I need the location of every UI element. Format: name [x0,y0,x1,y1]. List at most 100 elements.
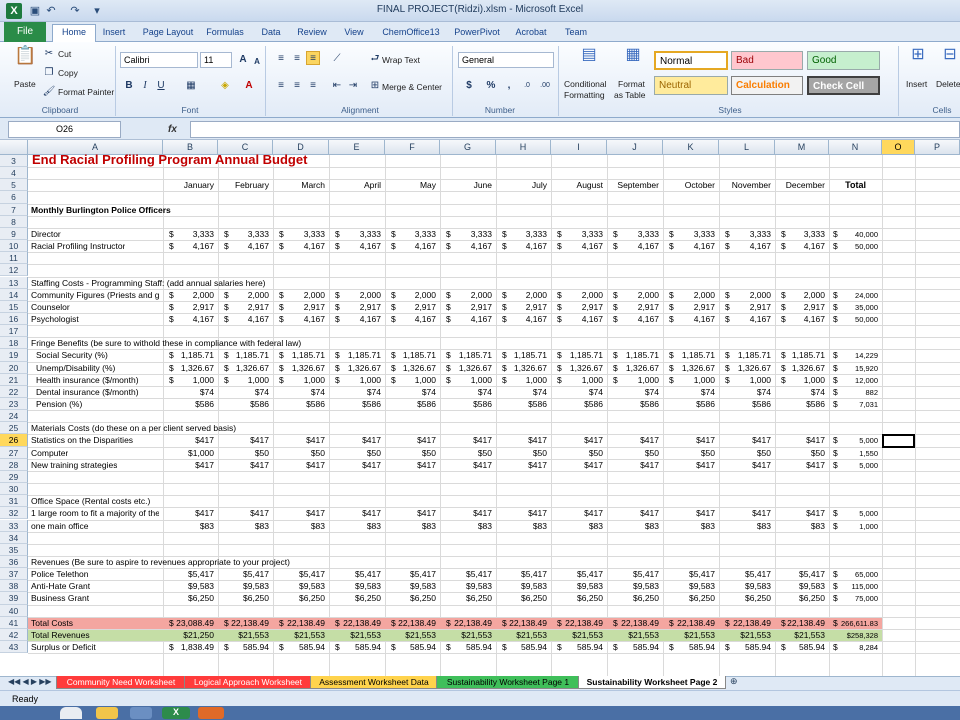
align-middle-icon[interactable]: ≡ [290,52,304,66]
tab-acrobat[interactable]: Acrobat [512,25,550,42]
cell-value[interactable]: 4,167 [607,314,659,324]
tab-review[interactable]: Review [294,25,330,42]
cell-value[interactable]: $417 [551,460,603,470]
cell-value[interactable]: 22,138.49 [440,618,492,628]
cell-value[interactable]: 2,917 [329,302,381,312]
cell-value[interactable]: 1,185.71 [607,350,659,360]
cell-value[interactable]: $5,417 [775,569,825,579]
cell-value[interactable]: 1,185.71 [440,350,492,360]
row-header-32[interactable]: 32 [0,507,28,520]
row-header-37[interactable]: 37 [0,568,28,581]
row-header-9[interactable]: 9 [0,227,28,241]
cell-value[interactable]: $21,553 [218,630,269,640]
taskbar-folder-icon[interactable] [96,707,118,719]
align-bottom-icon[interactable]: ≡ [306,51,320,65]
cell-value[interactable]: 585.94 [551,642,603,652]
cell-value[interactable]: 2,917 [218,302,269,312]
cell-value[interactable]: $9,583 [440,581,492,591]
insert-function-icon[interactable]: fx [168,121,184,138]
cell-value[interactable]: 1,185.71 [163,350,214,360]
select-all-corner[interactable] [0,140,28,155]
cell-value[interactable]: $21,553 [385,630,436,640]
cell-value[interactable]: 2,000 [775,290,825,300]
cell-value[interactable]: $83 [775,521,825,531]
row-header-41[interactable]: 41 [0,616,28,629]
cell-value[interactable]: $9,583 [775,581,825,591]
row-header-18[interactable]: 18 [0,337,28,350]
cell-value[interactable]: $586 [551,399,603,409]
cell-value[interactable]: $6,250 [273,593,325,603]
cell-value[interactable]: 1,185.71 [663,350,715,360]
column-header-m[interactable]: M [775,140,829,155]
cell-value[interactable]: $74 [163,387,214,397]
wrap-text-icon[interactable]: ⮐ [368,52,382,66]
font-name-combo[interactable]: Calibri [120,52,198,68]
cell-value[interactable]: 23,088.49 [163,618,214,628]
increase-indent-icon[interactable]: ⇥ [346,79,360,93]
cell-value[interactable]: $417 [607,435,659,445]
column-header-i[interactable]: I [551,140,607,155]
style-neutral[interactable]: Neutral [654,76,728,95]
cell-value[interactable]: $5,417 [663,569,715,579]
cell-value[interactable]: 1,185.71 [218,350,269,360]
column-header-o[interactable]: O [882,140,915,155]
cell-value[interactable]: 4,167 [385,314,436,324]
cell-value[interactable]: 22,138.49 [218,618,269,628]
sheet-tab-sustainability-1[interactable]: Sustainability Worksheet Page 1 [436,676,580,689]
cell-value[interactable]: $9,583 [496,581,547,591]
tab-insert[interactable]: Insert [99,25,129,42]
orientation-icon[interactable]: ⟋ [330,52,344,66]
cell-value[interactable]: 2,917 [163,302,214,312]
cell-value[interactable]: $5,417 [385,569,436,579]
cell-value[interactable]: $5,417 [607,569,659,579]
cell-value[interactable]: $83 [329,521,381,531]
total-value[interactable]: 40,000 [829,230,878,239]
column-header-p[interactable]: P [915,140,960,155]
cell-value[interactable]: 1,000 [385,375,436,385]
cell-value[interactable]: $6,250 [385,593,436,603]
cell-value[interactable]: $586 [719,399,771,409]
cell-value[interactable]: 4,167 [329,241,381,251]
cell-value[interactable]: 2,000 [719,290,771,300]
cell-value[interactable]: 3,333 [719,229,771,239]
cell-value[interactable]: $586 [385,399,436,409]
cell-value[interactable]: $9,583 [719,581,771,591]
decrease-indent-icon[interactable]: ⇤ [330,79,344,93]
cell-value[interactable]: 3,333 [218,229,269,239]
cell-value[interactable]: 2,000 [218,290,269,300]
cell-value[interactable]: 1,326.67 [551,363,603,373]
cell-value[interactable]: $21,553 [663,630,715,640]
tab-chemoffice[interactable]: ChemOffice13 [380,25,442,42]
row-header-12[interactable]: 12 [0,264,28,277]
cell-value[interactable]: 1,185.71 [775,350,825,360]
cell-value[interactable]: $417 [329,460,381,470]
cell-value[interactable]: 3,333 [385,229,436,239]
cell-value[interactable]: 22,138.49 [329,618,381,628]
cell-value[interactable]: 4,167 [163,241,214,251]
column-header-j[interactable]: J [607,140,663,155]
column-header-l[interactable]: L [719,140,775,155]
cell-value[interactable]: $5,417 [496,569,547,579]
row-header-23[interactable]: 23 [0,398,28,411]
cell-value[interactable]: $417 [607,460,659,470]
total-value[interactable]: 50,000 [829,242,878,251]
row-header-24[interactable]: 24 [0,410,28,423]
shrink-font-icon[interactable]: A [250,55,264,69]
cell-value[interactable]: 2,917 [496,302,547,312]
cell-value[interactable]: $5,417 [440,569,492,579]
name-box[interactable]: O26 [8,121,121,138]
cell-value[interactable]: 4,167 [775,314,825,324]
copy-icon[interactable]: ❐ [42,66,56,80]
cell-value[interactable]: $9,583 [218,581,269,591]
tab-file[interactable]: File [4,22,46,42]
cell-value[interactable]: 585.94 [663,642,715,652]
taskbar-excel-icon[interactable]: X [162,707,190,719]
sheet-nav-icon[interactable]: ◀◀ ◀ ▶ ▶▶ [8,677,52,686]
cell-value[interactable]: 585.94 [385,642,436,652]
cut-button[interactable]: Cut [58,49,71,59]
row-header-13[interactable]: 13 [0,276,28,289]
cell-value[interactable]: $5,417 [163,569,214,579]
cell-value[interactable]: $74 [775,387,825,397]
conditional-formatting-icon[interactable]: ▤ [578,47,600,72]
cell-value[interactable]: 1,326.67 [775,363,825,373]
